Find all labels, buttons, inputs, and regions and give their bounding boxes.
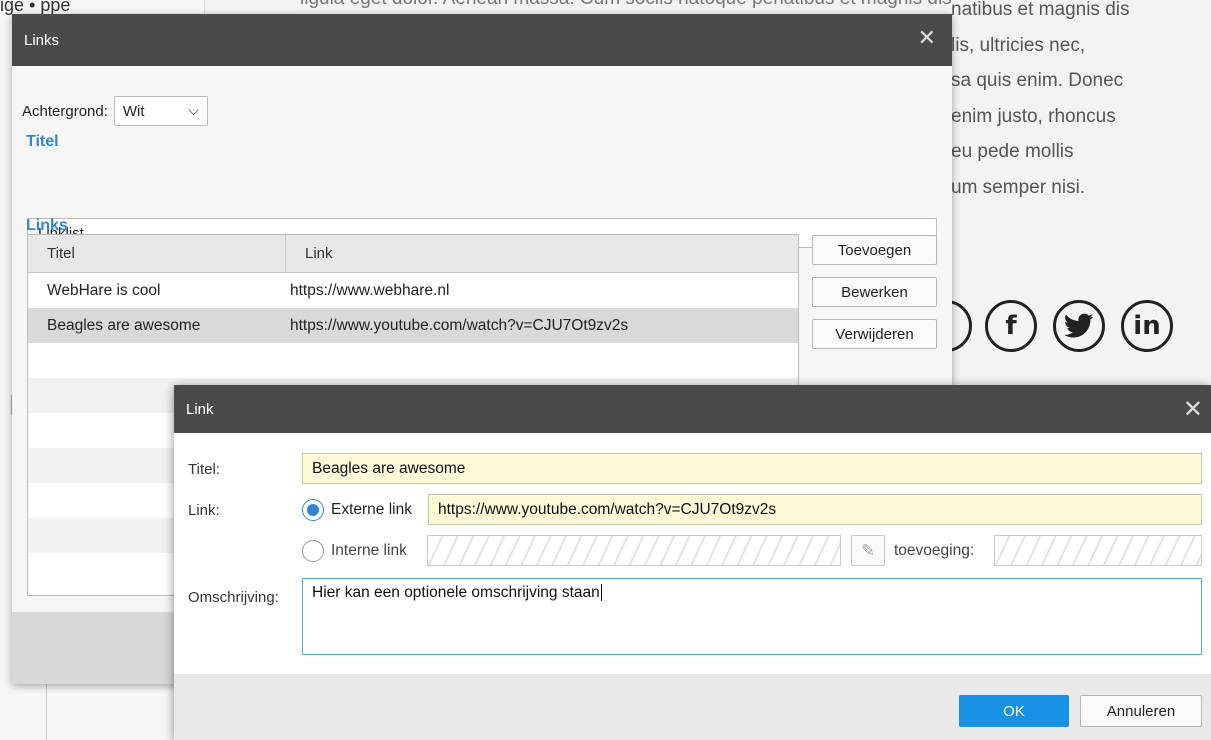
twitter-bird-icon: [1064, 313, 1094, 338]
external-link-input[interactable]: https://www.youtube.com/watch?v=CJU7Ot9z…: [428, 494, 1202, 525]
description-text: Hier kan een optionele omschrijving staa…: [312, 584, 600, 601]
link-dialog-footer: OK Annuleren: [174, 674, 1211, 740]
row-title: Beagles are awesome: [47, 316, 201, 334]
edit-button[interactable]: Bewerken: [812, 277, 937, 307]
link-title-input[interactable]: Beagles are awesome: [302, 453, 1202, 484]
row-title: WebHare is cool: [47, 281, 161, 299]
delete-button[interactable]: Verwijderen: [812, 319, 937, 349]
close-icon[interactable]: ✕: [918, 26, 936, 51]
column-header-title[interactable]: Titel: [28, 235, 286, 272]
external-link-label[interactable]: Externe link: [331, 501, 412, 519]
description-textarea[interactable]: Hier kan een optionele omschrijving staa…: [302, 578, 1202, 655]
empty-row: [28, 343, 798, 378]
background-select-value: Wit: [122, 102, 145, 120]
text-caret: [600, 584, 602, 602]
links-dialog-title: Links: [24, 31, 60, 49]
background-select[interactable]: Wit ⌵: [113, 96, 208, 126]
internal-link-radio[interactable]: [302, 540, 324, 562]
row-link: https://www.youtube.com/watch?v=CJU7Ot9z…: [290, 316, 629, 334]
links-dialog-titlebar: Links ✕: [12, 14, 952, 66]
background-edge-handle: [0, 395, 12, 415]
close-icon[interactable]: ✕: [1183, 395, 1203, 423]
chevron-down-icon: ⌵: [188, 103, 199, 119]
link-dialog-title: Link: [186, 400, 214, 418]
twitter-icon[interactable]: [1053, 300, 1105, 352]
description-label: Omschrijving:: [188, 589, 279, 606]
pencil-icon: ✎: [851, 535, 885, 566]
background-line: sa quis enim. Donec: [951, 70, 1124, 91]
internal-link-input: [427, 535, 841, 566]
row-link: https://www.webhare.nl: [290, 281, 450, 299]
ok-button[interactable]: OK: [959, 695, 1069, 727]
links-list-header: Titel Link: [28, 235, 798, 273]
link-dialog: Link ✕ Titel: Beagles are awesome Link: …: [174, 385, 1211, 740]
table-row[interactable]: WebHare is cool https://www.webhare.nl: [28, 273, 798, 308]
link-dialog-titlebar: Link ✕: [174, 385, 1211, 433]
addition-label: toevoeging:: [894, 542, 975, 559]
background-row: Achtergrond: Wit ⌵: [22, 96, 208, 126]
add-button[interactable]: Toevoegen: [812, 235, 937, 265]
background-paragraph: natibus et magnis dis lis, ultricies nec…: [951, 0, 1211, 205]
link-field-label: Link:: [188, 502, 220, 519]
facebook-icon[interactable]: f: [985, 300, 1037, 352]
table-row-selected[interactable]: Beagles are awesome https://www.youtube.…: [28, 308, 798, 343]
cancel-button[interactable]: Annuleren: [1080, 695, 1202, 727]
background-line: eu pede mollis: [951, 141, 1074, 162]
addition-input: [994, 535, 1202, 566]
background-top-text: ligula eget dolor. Aenean massa. Cum soc…: [300, 0, 960, 10]
background-line: enim justo, rhoncus: [951, 105, 1116, 127]
linkedin-icon[interactable]: in: [1121, 300, 1173, 352]
links-section-label: Links: [26, 217, 68, 234]
background-line: lis, ultricies nec,: [951, 34, 1086, 56]
background-line: natibus et magnis dis: [951, 0, 1130, 20]
column-header-link[interactable]: Link: [286, 235, 333, 272]
background-label: Achtergrond:: [22, 102, 108, 120]
title-field-label: Titel:: [188, 461, 220, 478]
external-link-radio[interactable]: [302, 499, 324, 521]
background-line: um semper nisi.: [951, 176, 1086, 198]
title-section-label: Titel: [26, 133, 59, 150]
internal-link-label[interactable]: Interne link: [331, 542, 407, 560]
